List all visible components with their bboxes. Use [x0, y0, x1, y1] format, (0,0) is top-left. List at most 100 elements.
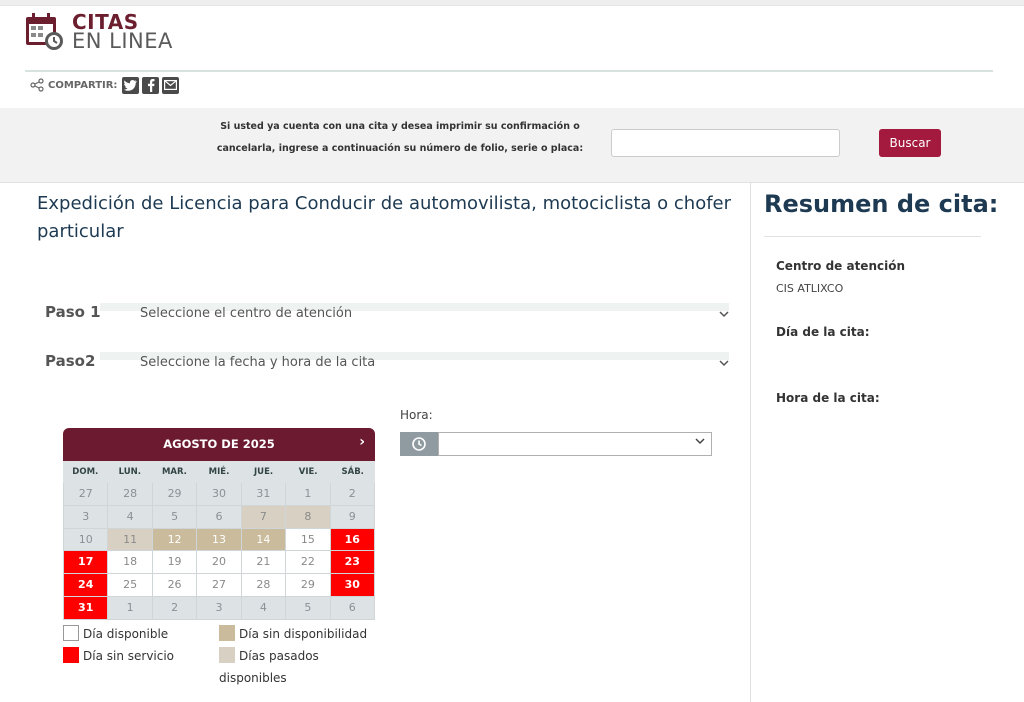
calendar-weekday: LUN. [118, 467, 142, 477]
calendar-day: 9 [330, 505, 375, 529]
calendar-day: 1 [108, 596, 153, 620]
calendar-weekday: JUE. [254, 467, 274, 477]
calendar-legend: Día disponible Día sin servicio Día sin … [63, 625, 383, 695]
twitter-icon[interactable] [122, 76, 140, 94]
summary-date-label: Día de la cita: [776, 325, 870, 339]
page-title: Expedición de Licencia para Conducir de … [37, 193, 732, 242]
next-month-icon[interactable]: › [359, 434, 365, 450]
chevron-down-icon[interactable] [719, 308, 729, 321]
legend-available: Día disponible [63, 625, 168, 643]
calendar-day[interactable]: 28 [241, 574, 287, 597]
calendar-day[interactable]: 20 [197, 551, 242, 575]
calendar-day: 12 [152, 528, 198, 552]
calendar-day: 23 [330, 551, 375, 575]
calendar-weekday: MIÉ. [208, 467, 230, 477]
folio-search-input[interactable] [611, 129, 840, 157]
step-1-accordion[interactable]: Paso 1 Seleccione el centro de atención [45, 303, 729, 329]
time-label: Hora: [400, 408, 433, 422]
step-2-accordion[interactable]: Paso2 Seleccione la fecha y hora de la c… [45, 352, 729, 378]
search-instructions-line2: cancelarla, ingrese a continuación su nú… [216, 143, 584, 154]
calendar-day: 14 [241, 528, 287, 552]
search-instructions-line1: Si usted ya cuenta con una cita y desea … [220, 121, 580, 132]
date-picker-calendar: AGOSTO DE 2025 › DOM. LUN. MAR. MIÉ. JUE. VIE… [63, 428, 375, 620]
calendar-weekday: MAR. [161, 467, 187, 477]
logo[interactable]: CITAS EN LINEA [25, 10, 195, 54]
calendar-day: 13 [197, 528, 242, 552]
search-instructions: Si usted ya cuenta con una cita y desea … [210, 116, 590, 160]
legend-no-availability-label: Día sin disponibilidad [239, 627, 368, 641]
calendar-day: 5 [152, 505, 198, 529]
calendar-weekday: SÁB. [341, 467, 364, 477]
chevron-down-icon[interactable] [719, 357, 729, 370]
calendar-day: 30 [197, 483, 242, 506]
legend-no-service: Día sin servicio [63, 647, 174, 665]
mail-icon[interactable] [162, 76, 180, 94]
calendar-day[interactable]: 21 [241, 551, 287, 575]
time-select[interactable] [438, 432, 712, 456]
summary-title: Resumen de cita: [764, 190, 999, 218]
search-button[interactable]: Buscar [879, 129, 941, 157]
share-label: COMPARTIR: [48, 79, 118, 91]
calendar-day: 27 [64, 483, 109, 506]
calendar-weekday: DOM. [72, 467, 99, 477]
calendar-day: 31 [241, 483, 287, 506]
calendar-day: 10 [64, 528, 109, 552]
clock-icon [400, 432, 438, 456]
calendar-day: 4 [241, 596, 287, 620]
legend-swatch-past-available [219, 647, 235, 663]
column-divider [750, 183, 751, 702]
step-2-number: Paso2 [45, 352, 96, 370]
calendar-day[interactable]: 22 [286, 551, 331, 575]
calendar-weekdays: DOM. LUN. MAR. MIÉ. JUE. VIE. SÁB. [63, 461, 375, 483]
calendar-day[interactable]: 18 [108, 551, 153, 575]
logo-subtitle: EN LINEA [72, 29, 173, 53]
calendar-day: 1 [286, 483, 331, 506]
calendar-day: 30 [330, 574, 375, 597]
calendar-day: 28 [108, 483, 153, 506]
calendar-days: 27 28 29 30 31 1 2 3 4 5 6 7 8 9 10 11 12 13 14 15 16 17 18 19 2… [63, 483, 375, 620]
calendar-day: 6 [330, 596, 375, 620]
top-strip [0, 0, 1024, 6]
step-2-text: Seleccione la fecha y hora de la cita [140, 355, 376, 370]
calendar-weekday: VIE. [298, 467, 318, 477]
calendar-day: 3 [197, 596, 242, 620]
calendar-day: 2 [330, 483, 375, 506]
share-icon [30, 78, 44, 92]
calendar-day: 2 [152, 596, 198, 620]
legend-available-label: Día disponible [83, 627, 169, 641]
calendar-day: 7 [241, 505, 287, 529]
legend-past-available-label: Días pasados [239, 649, 319, 663]
search-band: Si usted ya cuenta con una cita y desea … [0, 108, 1024, 183]
calendar-day: 5 [286, 596, 331, 620]
calendar-day: 8 [286, 505, 331, 529]
calendar-day[interactable]: 25 [108, 574, 153, 597]
facebook-icon[interactable] [142, 76, 160, 94]
calendar-day: 29 [152, 483, 198, 506]
summary-center-label: Centro de atención [776, 259, 905, 273]
calendar-day[interactable]: 19 [152, 551, 198, 575]
calendar-day: 3 [64, 505, 109, 529]
legend-no-service-label: Día sin servicio [83, 649, 175, 663]
calendar-day[interactable]: 26 [152, 574, 198, 597]
legend-swatch-available [63, 625, 79, 641]
calendar-day[interactable]: 15 [286, 528, 331, 552]
calendar-day: 31 [64, 596, 109, 620]
legend-no-availability: Día sin disponibilidad [219, 625, 367, 643]
share-bar: COMPARTIR: [30, 76, 180, 94]
legend-past-available-cont: disponibles [219, 669, 287, 687]
legend-past-available: Días pasados [219, 647, 319, 665]
legend-past-available-label-2: disponibles [219, 671, 287, 685]
calendar-day: 17 [64, 551, 109, 575]
legend-swatch-no-service [63, 647, 79, 663]
calendar-day: 4 [108, 505, 153, 529]
step-1-number: Paso 1 [45, 303, 101, 321]
calendar-day: 11 [108, 528, 153, 552]
calendar-day[interactable]: 29 [286, 574, 331, 597]
calendar-header: AGOSTO DE 2025 › [63, 428, 375, 461]
calendar-day: 6 [197, 505, 242, 529]
summary-center-value: CIS ATLIXCO [776, 282, 844, 295]
calendar-day: 24 [64, 574, 109, 597]
calendar-month-label: AGOSTO DE 2025 [163, 437, 275, 451]
calendar-day[interactable]: 27 [197, 574, 242, 597]
summary-time-label: Hora de la cita: [776, 391, 880, 405]
